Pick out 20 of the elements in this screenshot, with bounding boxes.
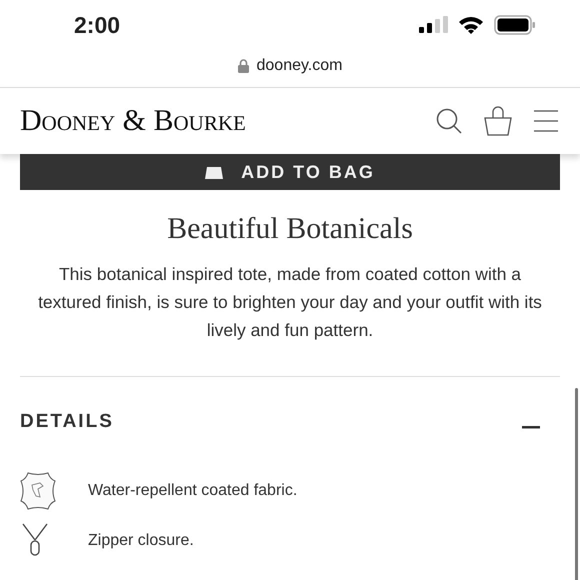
signal-icon [418,16,448,34]
minus-icon [522,426,540,429]
shopping-bag-icon [205,165,224,179]
add-to-bag-button[interactable]: ADD TO BAG [20,154,560,190]
clock-time: 2:00 [74,12,122,38]
product-description: This botanical inspired tote, made from coated cotton with a textured finish, is sure to brighten your day and your outfit with its lively and fun pattern. [37,263,543,342]
url-text[interactable]: dooney.com [256,57,342,75]
detail-text: Water-repellent coated fabric. [88,482,298,500]
battery-icon [494,15,536,35]
scrollbar[interactable] [575,388,578,580]
detail-text: Zipper closure. [88,532,194,550]
section-heading: DETAILS [20,411,114,433]
shopping-bag-icon[interactable] [484,106,512,136]
wifi-icon [458,16,484,34]
lock-icon [238,59,248,73]
product-title: Beautiful Botanicals [166,212,414,246]
menu-icon[interactable] [534,110,558,132]
brand-logo[interactable]: Dooney & Bourke [20,104,436,138]
search-icon[interactable] [436,108,462,134]
leather-hide-icon [20,471,56,511]
